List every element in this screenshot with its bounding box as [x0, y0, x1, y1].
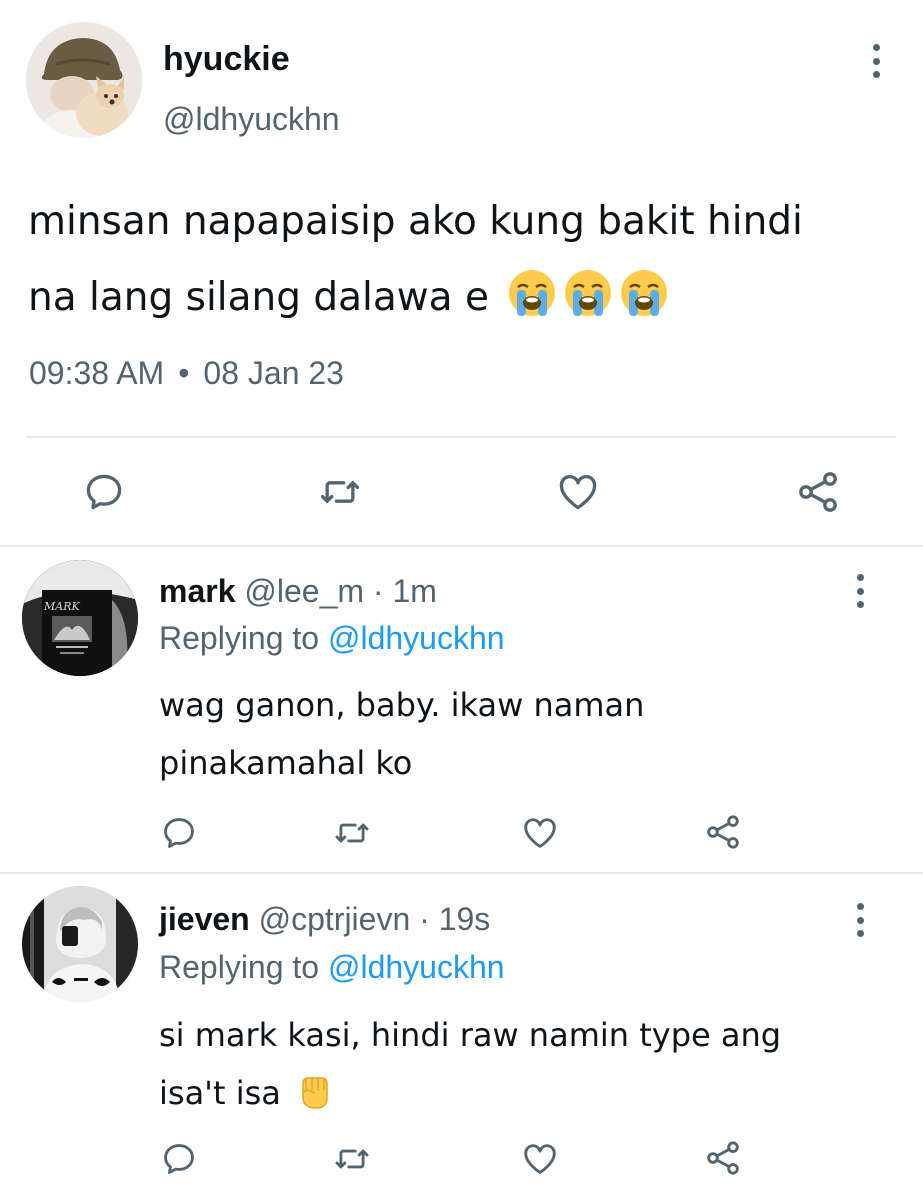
- loudly-crying-face-emoji-icon: [621, 270, 668, 316]
- more-options-icon[interactable]: [854, 574, 866, 608]
- author-name[interactable]: hyuckie: [163, 40, 290, 79]
- divider: [0, 872, 923, 874]
- replying-to-prefix: Replying to: [159, 620, 328, 656]
- tweet-text-line: minsan napapaisip ako kung bakit hindi: [28, 199, 803, 244]
- reply-author-line: jieven @cptrjievn · 19s: [159, 901, 490, 938]
- reply-author-line: mark @lee_m · 1m: [159, 573, 437, 610]
- time-separator: ·: [372, 573, 384, 609]
- reply-text-line: pinakamahal ko: [159, 744, 413, 782]
- tweet-text-line: na lang silang dalawa e: [28, 275, 489, 320]
- divider: [26, 436, 896, 438]
- more-options-icon[interactable]: [870, 44, 882, 78]
- raised-fist-emoji-icon: [302, 1077, 328, 1109]
- reply-text-line-with-emoji: isa't isa: [159, 1064, 879, 1122]
- tweet-date: 08 Jan 23: [203, 355, 344, 391]
- author-handle[interactable]: @lee_m: [244, 573, 364, 609]
- share-icon[interactable]: [703, 812, 743, 852]
- avatar[interactable]: [22, 886, 138, 1002]
- reply-icon[interactable]: [160, 814, 198, 852]
- author-name[interactable]: mark: [159, 573, 236, 609]
- more-options-icon[interactable]: [854, 903, 866, 937]
- replying-to-label: Replying to @ldhyuckhn: [159, 949, 505, 986]
- tweet-timestamp[interactable]: 09:38 AM • 08 Jan 23: [29, 355, 344, 392]
- replying-to-prefix: Replying to: [159, 949, 328, 985]
- tweet-thread-page: hyuckie @ldhyuckhn minsan napapaisip ako…: [0, 0, 923, 1200]
- retweet-icon[interactable]: [333, 1140, 371, 1178]
- reply-text-line: si mark kasi, hindi raw namin type ang: [159, 1016, 782, 1054]
- avatar-shirt-text: MARK: [43, 600, 80, 613]
- retweet-icon[interactable]: [333, 814, 371, 852]
- loudly-crying-face-emoji-icon: [509, 270, 556, 316]
- loudly-crying-face-emoji-icon: [565, 270, 612, 316]
- share-icon[interactable]: [794, 468, 842, 516]
- avatar[interactable]: MARK: [22, 560, 138, 676]
- divider: [0, 545, 923, 547]
- mention-link[interactable]: @ldhyuckhn: [328, 620, 505, 656]
- reply-text-line: wag ganon, baby. ikaw naman: [159, 686, 645, 724]
- reply-icon[interactable]: [82, 470, 126, 514]
- share-icon[interactable]: [703, 1138, 743, 1178]
- tweet-text: minsan napapaisip ako kung bakit hindi n…: [28, 184, 898, 336]
- reply-icon[interactable]: [160, 1140, 198, 1178]
- author-handle[interactable]: @cptrjievn: [259, 901, 411, 937]
- like-heart-icon[interactable]: [555, 470, 601, 514]
- main-tweet-header: hyuckie @ldhyuckhn: [0, 0, 923, 150]
- reply-text: wag ganon, baby. ikaw naman pinakamahal …: [159, 676, 859, 792]
- timestamp-separator: •: [178, 355, 190, 391]
- author-name[interactable]: jieven: [159, 901, 250, 937]
- like-heart-icon[interactable]: [521, 1140, 559, 1178]
- author-handle[interactable]: @ldhyuckhn: [163, 101, 340, 138]
- mention-link[interactable]: @ldhyuckhn: [328, 949, 505, 985]
- time-separator: ·: [419, 901, 430, 937]
- reply-time: 19s: [438, 901, 491, 937]
- reply-text-line: isa't isa: [159, 1074, 281, 1112]
- retweet-icon[interactable]: [318, 470, 362, 514]
- tweet-action-bar: [0, 462, 923, 522]
- tweet-text-line-with-emoji: na lang silang dalawa e: [28, 260, 898, 336]
- tweet-time: 09:38 AM: [29, 355, 165, 391]
- avatar[interactable]: [26, 22, 142, 138]
- replying-to-label: Replying to @ldhyuckhn: [159, 620, 505, 657]
- reply-time: 1m: [392, 573, 437, 609]
- reply-text: si mark kasi, hindi raw namin type ang i…: [159, 1006, 879, 1122]
- like-heart-icon[interactable]: [521, 814, 559, 852]
